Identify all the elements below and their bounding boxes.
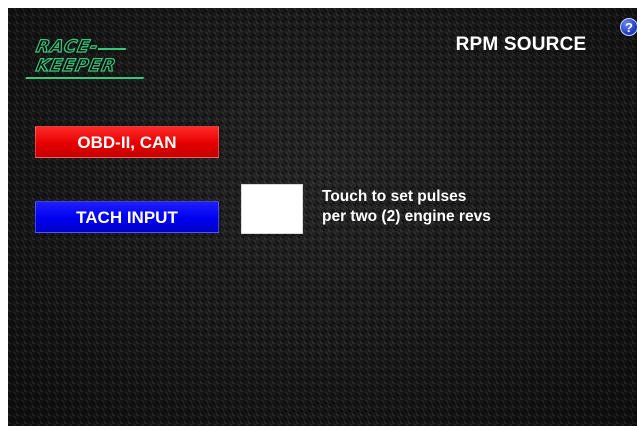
logo-accent-bar: [97, 48, 127, 50]
tach-input-button[interactable]: TACH INPUT: [35, 201, 219, 233]
pulses-hint-line-1: Touch to set pulses: [322, 188, 467, 205]
racekeeper-logo: RACE- KEEPER: [25, 36, 158, 80]
logo-line-1: RACE-: [34, 36, 101, 57]
logo-underline: [25, 77, 144, 79]
help-question-icon[interactable]: ?: [620, 18, 637, 36]
obd-can-button[interactable]: OBD-II, CAN: [35, 126, 219, 158]
page-title: RPM SOURCE: [455, 34, 587, 55]
logo-line-2: KEEPER: [34, 55, 119, 76]
pulses-per-two-revs-input[interactable]: [241, 184, 303, 234]
rpm-source-screen: RACE- KEEPER RPM SOURCE ? OBD-II, CAN TA…: [8, 8, 637, 426]
pulses-hint: Touch to set pulses per two (2) engine r…: [322, 187, 491, 227]
pulses-hint-line-2: per two (2) engine revs: [322, 208, 491, 225]
